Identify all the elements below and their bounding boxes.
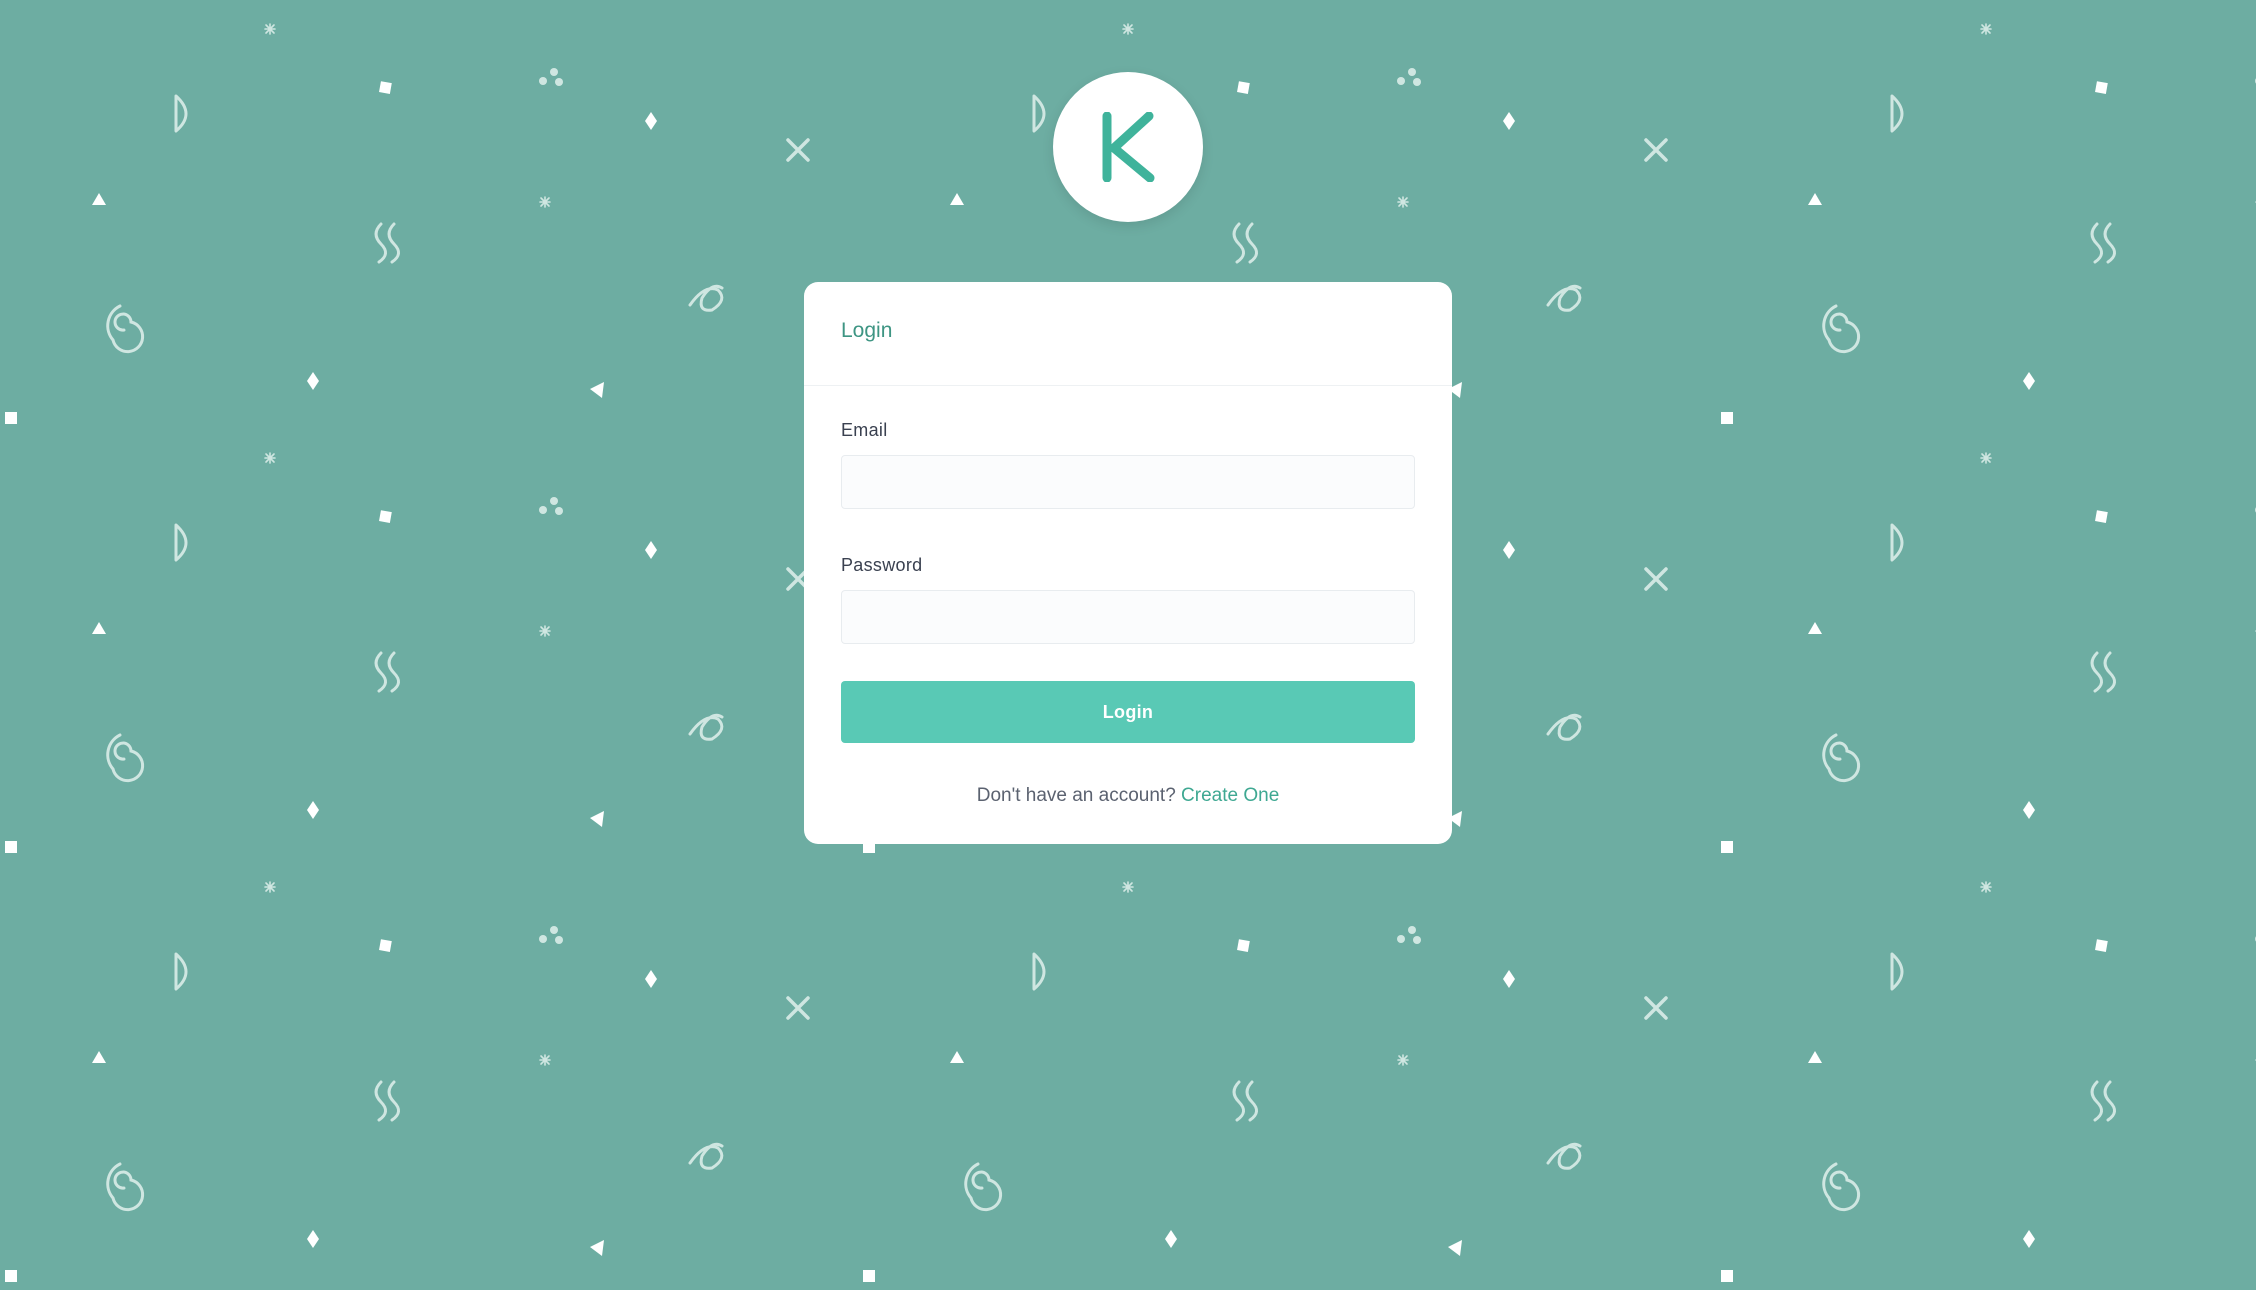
logo: [1053, 72, 1203, 222]
signup-prompt: Don't have an account? Create One: [841, 785, 1415, 807]
password-label: Password: [841, 555, 923, 575]
card-header: Login: [804, 282, 1452, 386]
login-form: Email Password Login Don't have an accou…: [804, 386, 1452, 807]
email-field[interactable]: [841, 455, 1415, 509]
signup-prompt-text: Don't have an account?: [976, 785, 1176, 806]
login-card: Login Email Password Login Don't have an…: [804, 282, 1452, 844]
email-label: Email: [841, 420, 888, 440]
login-button[interactable]: Login: [841, 681, 1415, 743]
create-account-link[interactable]: Create One: [1181, 785, 1279, 806]
password-field[interactable]: [841, 590, 1415, 644]
card-title: Login: [841, 319, 893, 342]
k-logo-icon: [1102, 112, 1155, 182]
